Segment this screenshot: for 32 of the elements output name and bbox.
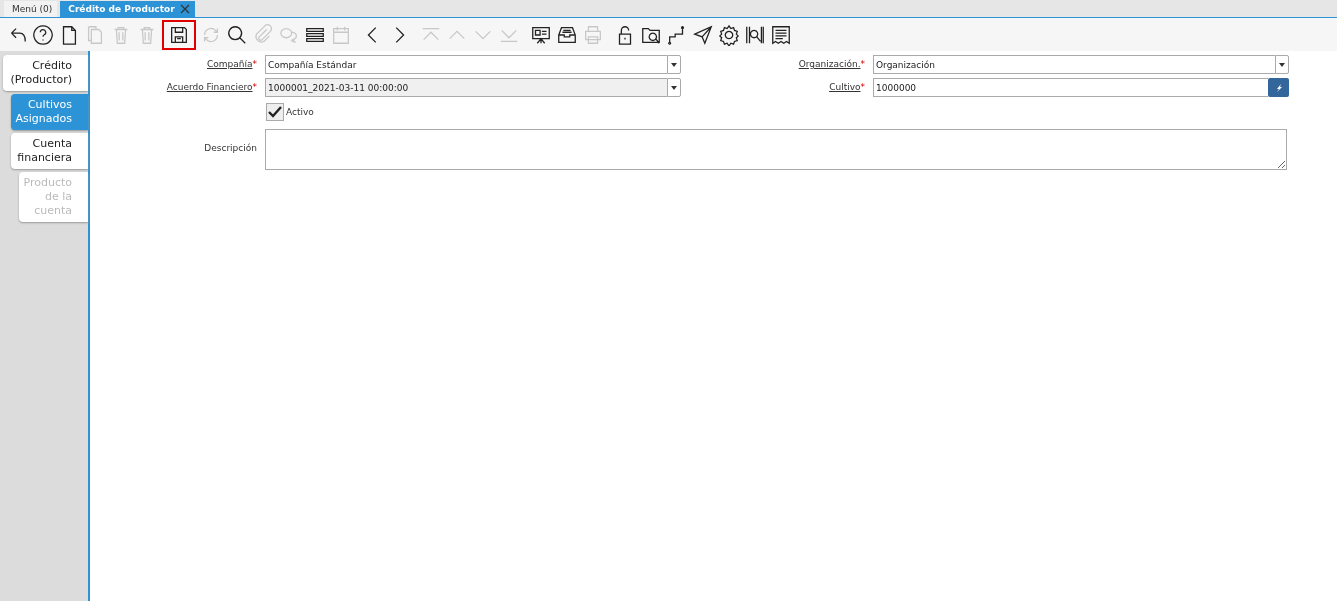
side-tab[interactable]: Cuenta financiera [11, 133, 88, 169]
checkbox-label: Activo [286, 107, 314, 117]
input-field[interactable]: Compañía Estándar [265, 55, 667, 74]
paper-plane-icon[interactable] [692, 23, 714, 46]
field-label: Compañía [207, 59, 253, 69]
help-icon[interactable] [32, 23, 54, 46]
search-icon[interactable] [226, 23, 248, 46]
side-tab[interactable]: Crédito (Productor) [3, 55, 88, 91]
input-field[interactable]: 1000000 [873, 78, 1268, 97]
window-tab[interactable]: Menú (0) [4, 1, 58, 17]
field-label: Acuerdo Financiero [166, 82, 253, 92]
checkbox[interactable] [266, 103, 284, 121]
required-marker: * [860, 59, 865, 69]
caret-icon [1279, 62, 1285, 67]
dropdown-button[interactable] [667, 55, 681, 74]
lightning-icon [1274, 83, 1283, 92]
required-marker: * [252, 82, 257, 92]
required-marker: * [252, 59, 257, 69]
dropdown-button[interactable] [1275, 55, 1289, 74]
required-marker: * [860, 82, 865, 92]
input-field[interactable]: Organización [873, 55, 1275, 74]
gear-icon[interactable] [718, 23, 740, 46]
document-lines-icon[interactable] [770, 23, 792, 46]
close-icon[interactable] [179, 4, 190, 14]
caret-icon [671, 85, 677, 90]
caret-icon [671, 62, 677, 67]
dropdown-button[interactable] [667, 78, 681, 97]
field-label: Organización. [798, 59, 861, 69]
input-field[interactable]: 1000001_2021-03-11 00:00:00 [265, 78, 667, 97]
field-label: Cultivo [829, 82, 861, 92]
search-button[interactable] [1268, 78, 1289, 97]
field-label: Descripción [204, 143, 257, 153]
